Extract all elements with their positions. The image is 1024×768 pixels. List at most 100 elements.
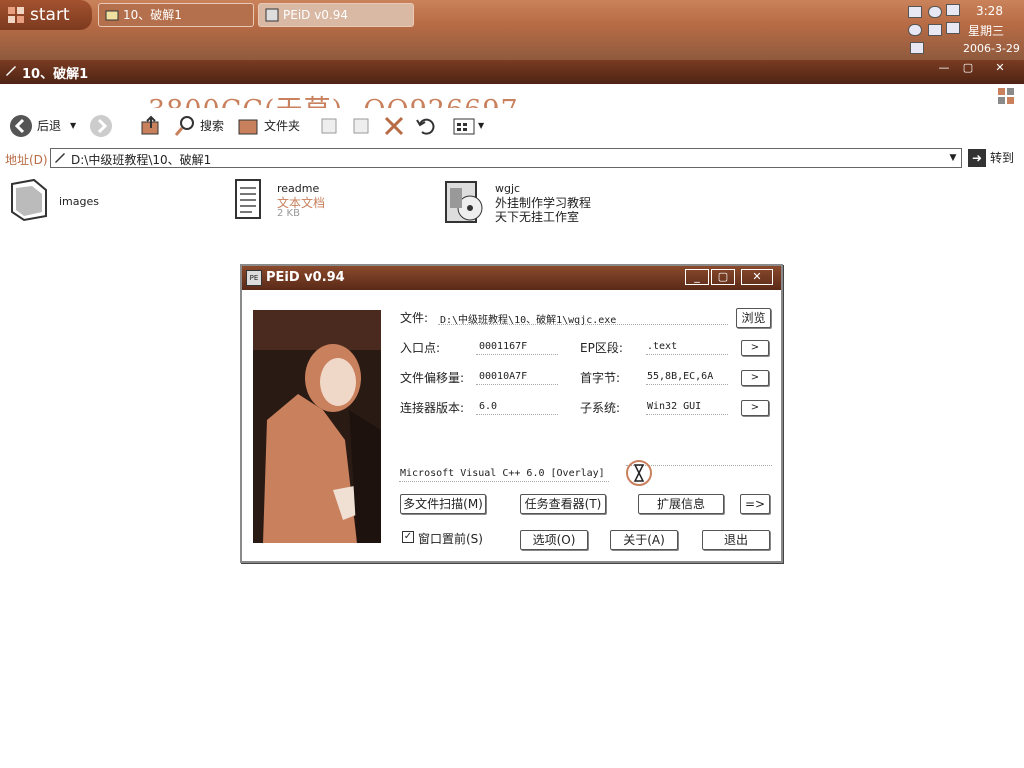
network-icon[interactable] <box>946 4 960 16</box>
peid-portrait-image <box>253 310 381 543</box>
address-path: D:\中级班教程\10、破解1 <box>71 153 212 167</box>
peid-icon <box>265 8 279 22</box>
chevron-down-icon[interactable]: ▼ <box>945 149 961 167</box>
taskbar: start 10、破解1 PEiD v0.94 3:28 星期三 2006-3-… <box>0 0 1024 60</box>
window-title: 10、破解1 <box>22 67 89 82</box>
copy-to-icon[interactable] <box>350 114 374 138</box>
file-description: 天下无挂工作室 <box>495 210 580 224</box>
go-button[interactable]: ➜ 转到 <box>966 148 1022 168</box>
move-to-icon[interactable] <box>318 114 342 138</box>
field-underline <box>646 354 728 355</box>
ep-section-field[interactable]: .text <box>647 341 677 352</box>
ep-section-arrow-button[interactable]: > <box>741 340 769 356</box>
field-underline <box>476 354 558 355</box>
taskbar-item-label: 10、破解1 <box>123 8 182 22</box>
file-label: 文件: <box>400 311 429 325</box>
back-arrow-icon[interactable] <box>9 114 33 138</box>
folder-icon <box>55 153 65 163</box>
window-title: PEiD v0.94 <box>266 270 345 285</box>
up-folder-icon[interactable] <box>139 114 163 138</box>
file-offset-label: 文件偏移量: <box>400 371 465 385</box>
entry-point-label: 入口点: <box>400 341 441 355</box>
address-label: 地址(D) <box>5 153 48 167</box>
about-button[interactable]: 关于(A) <box>610 530 678 550</box>
ep-section-label: EP区段: <box>580 341 623 355</box>
file-name: images <box>59 195 99 208</box>
stay-on-top-checkbox[interactable]: ✓ <box>402 531 414 543</box>
delete-icon[interactable] <box>382 114 406 138</box>
folder-icon <box>105 10 119 21</box>
file-item-readme[interactable]: readme 文本文档 2 KB <box>232 178 372 224</box>
text-document-icon <box>235 179 261 219</box>
entry-point-field[interactable]: 0001167F <box>479 341 527 352</box>
minimize-button[interactable]: _ <box>685 269 709 285</box>
network-icon[interactable] <box>908 6 922 18</box>
peid-icon: PE <box>246 270 262 286</box>
address-input[interactable]: D:\中级班教程\10、破解1 ▼ <box>50 148 962 168</box>
peid-titlebar[interactable]: PE PEiD v0.94 _ ▢ ✕ <box>242 266 781 290</box>
subsystem-field[interactable]: Win32 GUI <box>647 401 701 412</box>
back-dropdown-icon[interactable]: ▼ <box>70 114 76 138</box>
search-button-label[interactable]: 搜索 <box>200 114 224 138</box>
detection-result[interactable]: Microsoft Visual C++ 6.0 [Overlay] <box>400 468 605 479</box>
go-button-label: 转到 <box>990 151 1015 165</box>
search-icon[interactable] <box>173 114 197 138</box>
undo-icon[interactable] <box>414 114 438 138</box>
subsystem-arrow-button[interactable]: > <box>741 400 769 416</box>
field-underline <box>476 384 558 385</box>
taskbar-item-explorer[interactable]: 10、破解1 <box>98 3 254 27</box>
first-bytes-field[interactable]: 55,8B,EC,6A <box>647 371 713 382</box>
input-method-icon[interactable] <box>910 42 924 54</box>
task-viewer-button[interactable]: 任务查看器(T) <box>520 494 606 514</box>
clock-date: 2006-3-29 <box>963 42 1020 55</box>
start-button[interactable]: start <box>0 0 92 30</box>
field-underline <box>476 414 558 415</box>
linker-version-field[interactable]: 6.0 <box>479 401 497 412</box>
windows-logo-icon <box>998 88 1014 104</box>
taskbar-item-label: PEiD v0.94 <box>283 8 349 22</box>
folders-icon[interactable] <box>236 114 260 138</box>
folder-icon <box>6 66 16 76</box>
file-item-images[interactable]: images <box>8 178 128 224</box>
clock-time: 3:28 <box>976 4 1003 18</box>
close-button[interactable]: ✕ <box>741 269 773 285</box>
file-path-underline <box>438 324 728 325</box>
back-button-label[interactable]: 后退 <box>37 114 61 138</box>
start-label: start <box>30 5 70 25</box>
extra-info-button[interactable]: 扩展信息 <box>638 494 724 514</box>
shield-icon[interactable] <box>908 24 922 36</box>
first-bytes-arrow-button[interactable]: > <box>741 370 769 386</box>
go-arrow-icon: ➜ <box>968 149 986 167</box>
globe-icon[interactable] <box>928 6 942 18</box>
forward-arrow-icon[interactable] <box>89 114 113 138</box>
views-dropdown-icon[interactable]: ▼ <box>478 114 484 138</box>
file-offset-field[interactable]: 00010A7F <box>479 371 527 382</box>
file-size: 2 KB <box>277 208 300 219</box>
more-button[interactable]: => <box>740 494 770 514</box>
peid-window: PE PEiD v0.94 _ ▢ ✕ 文件: D:\中级班教程\10、破解1\… <box>240 264 783 563</box>
multi-scan-button[interactable]: 多文件扫描(M) <box>400 494 486 514</box>
field-underline <box>646 414 728 415</box>
network-icon[interactable] <box>946 22 960 34</box>
clock-day: 星期三 <box>968 24 1005 38</box>
subsystem-label: 子系统: <box>580 401 621 415</box>
views-icon[interactable] <box>452 114 476 138</box>
folders-button-label[interactable]: 文件夹 <box>264 114 300 138</box>
restore-button[interactable]: ▢ <box>958 62 978 76</box>
minimize-button[interactable]: — <box>934 62 954 76</box>
options-button[interactable]: 选项(O) <box>520 530 588 550</box>
folder-icon <box>11 178 47 222</box>
maximize-button[interactable]: ▢ <box>711 269 735 285</box>
volume-icon[interactable] <box>928 24 942 36</box>
explorer-titlebar[interactable]: 10、破解1 <box>0 60 1024 84</box>
stay-on-top-label[interactable]: 窗口置前(S) <box>418 530 483 547</box>
field-underline <box>646 384 728 385</box>
close-button[interactable]: ✕ <box>990 62 1010 76</box>
browse-button[interactable]: 浏览 <box>736 308 771 328</box>
taskbar-item-peid[interactable]: PEiD v0.94 <box>258 3 414 27</box>
exit-button[interactable]: 退出 <box>702 530 770 550</box>
windows-flag-icon <box>8 7 24 23</box>
file-item-wgjc[interactable]: wgjc 外挂制作学习教程 天下无挂工作室 <box>442 178 612 226</box>
installer-icon <box>445 181 483 223</box>
first-bytes-label: 首字节: <box>580 371 621 385</box>
